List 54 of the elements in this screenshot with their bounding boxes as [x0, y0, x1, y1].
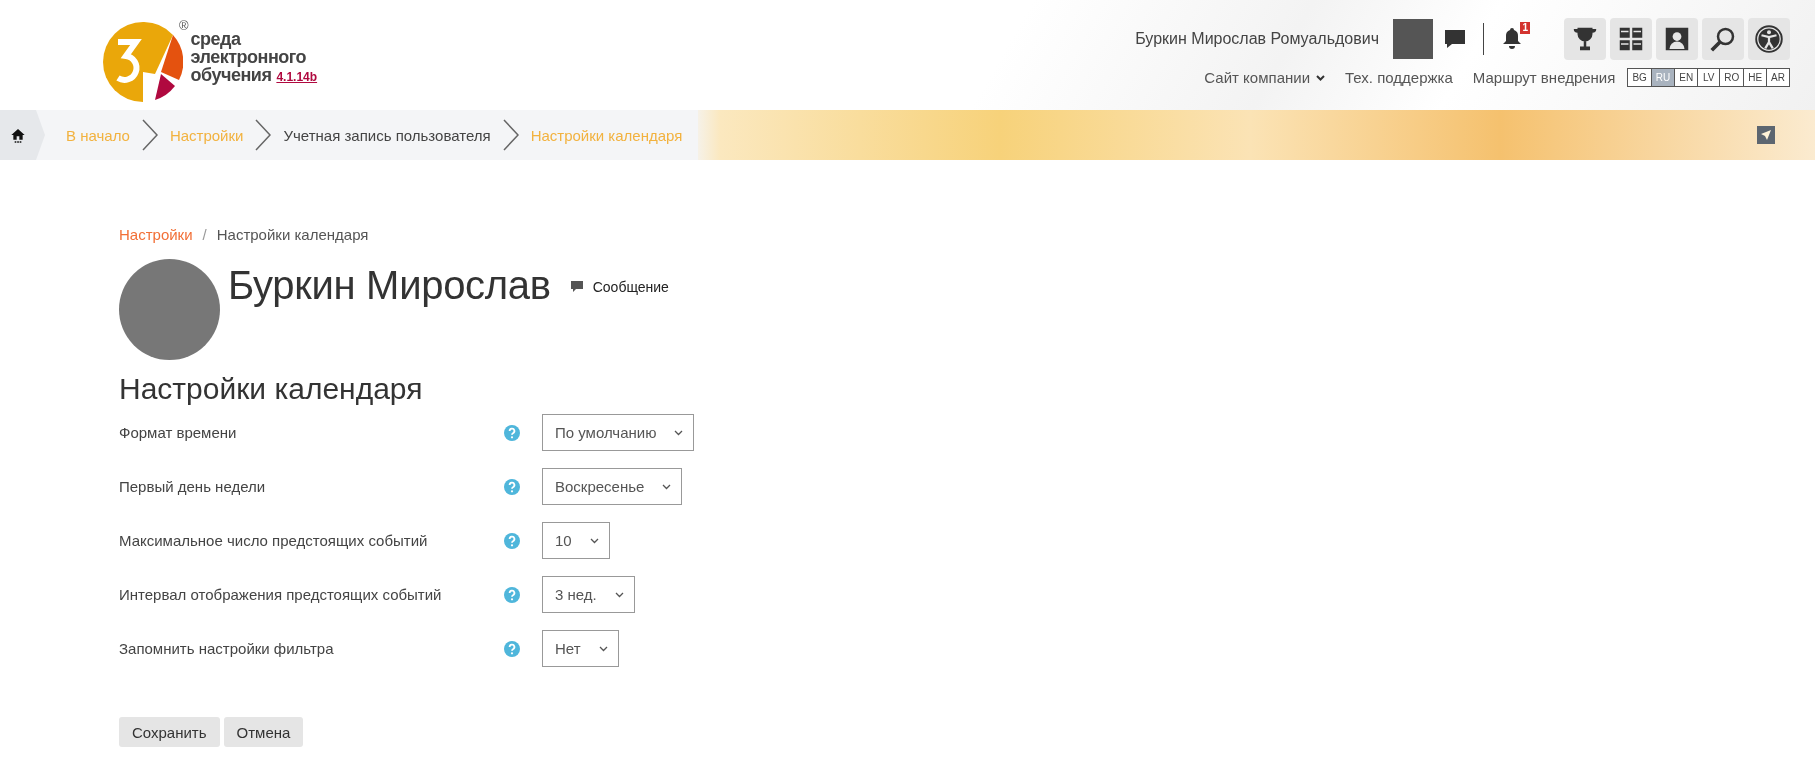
- message-link[interactable]: Сообщение: [570, 279, 669, 295]
- tool-button[interactable]: [1656, 18, 1698, 60]
- form-button[interactable]: Отмена: [223, 717, 304, 747]
- select-field[interactable]: По умолчанию: [542, 414, 695, 451]
- accessibility-icon: [1754, 24, 1784, 54]
- chevron-icon: [255, 119, 272, 151]
- language-option[interactable]: BG: [1628, 69, 1652, 86]
- caret-icon: [598, 645, 608, 652]
- form-button[interactable]: Сохранить: [119, 717, 220, 747]
- field-label: Первый день недели: [119, 478, 267, 495]
- chevron-icon: [141, 119, 158, 151]
- caret-icon: [1316, 74, 1325, 81]
- language-option[interactable]: EN: [1675, 69, 1699, 86]
- tool-button[interactable]: [1564, 18, 1606, 60]
- nav-link[interactable]: Сайт компании: [1204, 69, 1325, 86]
- send-icon[interactable]: [1757, 126, 1775, 144]
- caret-icon: [589, 537, 599, 544]
- language-option[interactable]: HE: [1744, 69, 1768, 86]
- chat-icon[interactable]: [1443, 27, 1467, 51]
- breadcrumb-separator: /: [202, 226, 207, 243]
- language-option[interactable]: RO: [1720, 69, 1745, 86]
- select-field[interactable]: Нет: [542, 630, 619, 667]
- select-field[interactable]: Воскресенье: [542, 468, 683, 505]
- field-label: Максимальное число предстоящих событий: [119, 532, 429, 549]
- select-field[interactable]: 10: [542, 522, 610, 559]
- language-option[interactable]: LV: [1698, 69, 1721, 86]
- breadcrumb-text: Учетная запись пользователя: [283, 126, 491, 144]
- caret-icon: [614, 591, 624, 598]
- breadcrumb-text: Настройки календаря: [216, 226, 369, 243]
- logo-text: обучения: [190, 66, 272, 84]
- notification-badge: 1: [1520, 22, 1530, 34]
- tool-button[interactable]: [1702, 18, 1744, 60]
- profile-name: Буркин Мирослав: [228, 263, 551, 308]
- field-label: Запомнить настройки фильтра: [119, 640, 335, 657]
- caret-icon: [674, 429, 684, 436]
- logo-text: среда: [190, 30, 242, 48]
- caret-icon: [662, 483, 672, 490]
- nav-link[interactable]: Маршрут внедрения: [1472, 69, 1616, 86]
- select-field[interactable]: 3 нед.: [542, 576, 635, 613]
- nav-link[interactable]: Тех. поддержка: [1345, 69, 1453, 86]
- chevron-icon: [502, 119, 519, 151]
- language-option[interactable]: AR: [1767, 69, 1789, 86]
- section-heading: Настройки календаря: [119, 372, 424, 406]
- field-label: Интервал отображения предстоящих событий: [119, 586, 443, 603]
- logo-text: электронного: [190, 48, 308, 66]
- home-crumb[interactable]: [0, 110, 45, 160]
- home-icon: [10, 126, 26, 144]
- user-name[interactable]: Буркин Мирослав Ромуальдович: [1135, 30, 1379, 48]
- registered-mark: ®: [179, 18, 189, 33]
- version-link[interactable]: 4.1.14b: [276, 70, 318, 84]
- tool-button[interactable]: [1748, 18, 1790, 60]
- tool-button[interactable]: [1610, 18, 1652, 60]
- field-label: Формат времени: [119, 424, 238, 441]
- chat-icon: [570, 281, 583, 293]
